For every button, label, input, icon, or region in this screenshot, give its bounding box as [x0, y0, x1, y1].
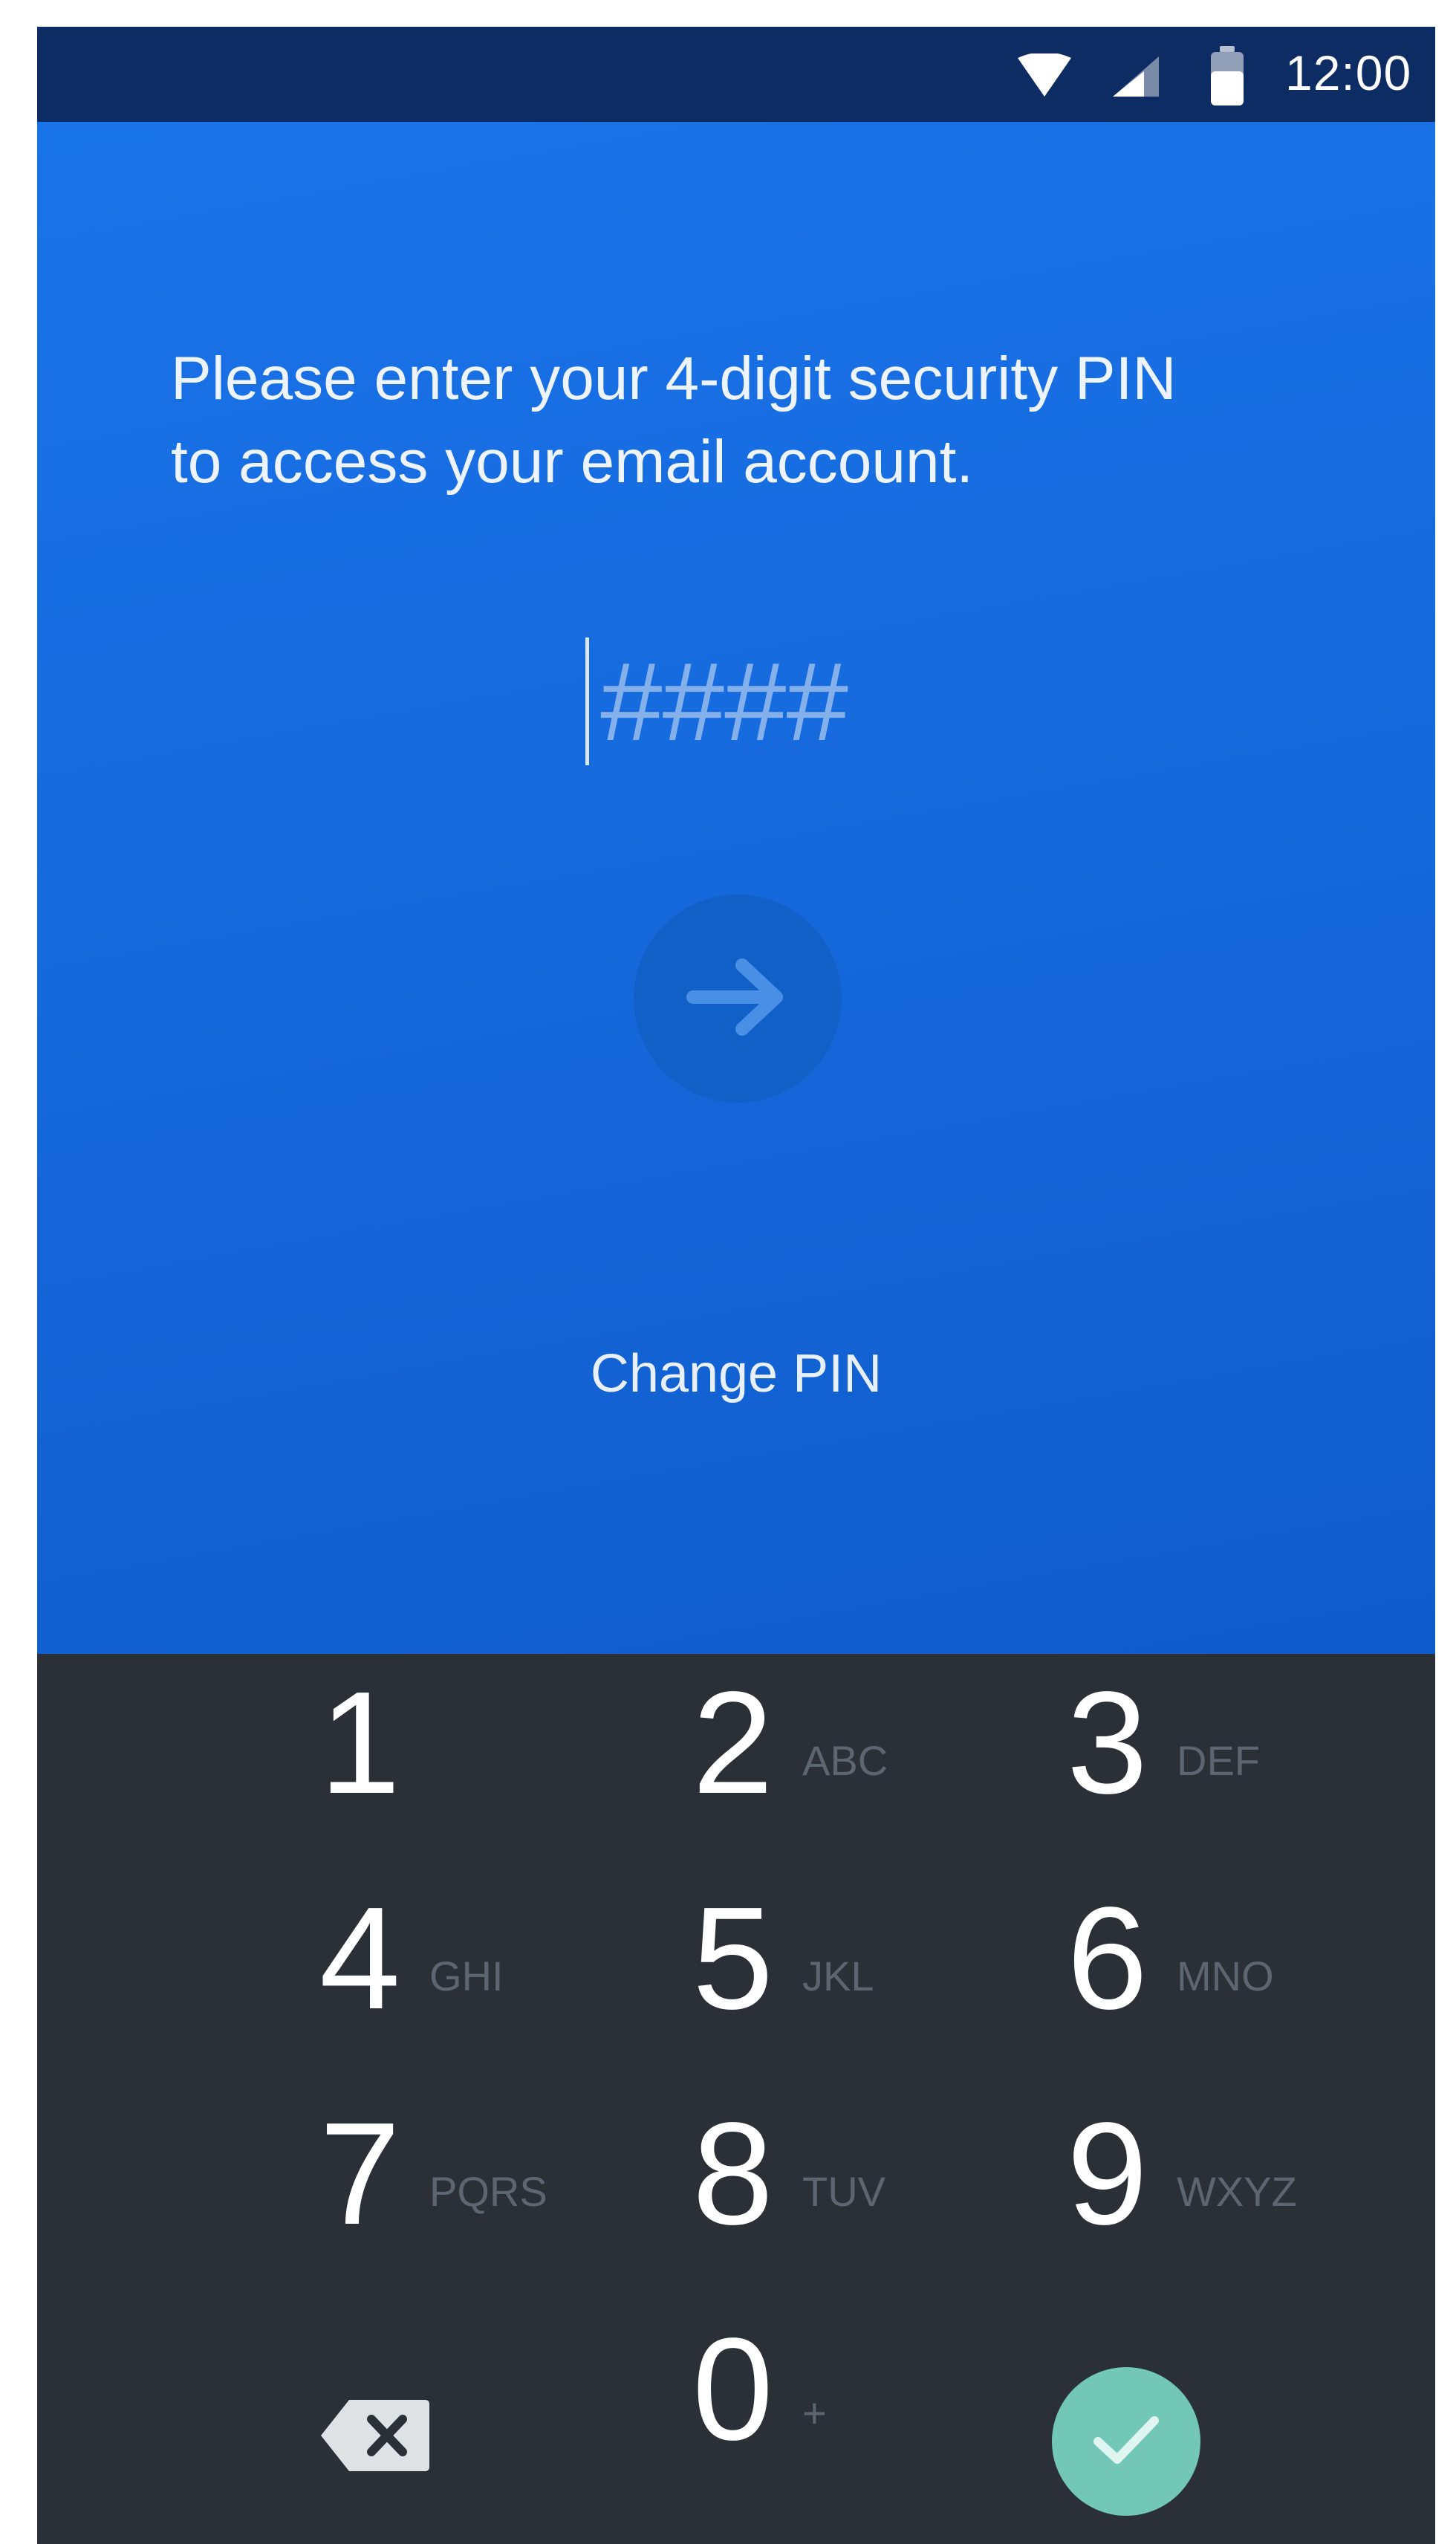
key-digit: 6: [1067, 1877, 1148, 2040]
key-5[interactable]: 5 JKL: [692, 1869, 989, 2048]
key-letters: MNO: [1177, 1953, 1274, 1999]
wifi-icon: [1016, 52, 1073, 103]
pin-prompt-line-1: Please enter your 4-digit security PIN: [171, 345, 1177, 412]
numeric-keypad: 1 2 ABC 3 DEF 4 GHI 5 JKL 6 MNO 7 PQRS 8…: [37, 1654, 1435, 2544]
phone-screen: 12:00 Please enter your 4-digit security…: [37, 27, 1435, 2544]
key-plus-label: +: [802, 2389, 827, 2436]
key-6[interactable]: 6 MNO: [1067, 1869, 1364, 2048]
key-letters: WXYZ: [1177, 2168, 1297, 2215]
backspace-button[interactable]: [319, 2397, 453, 2501]
key-letters: TUV: [802, 2168, 885, 2215]
key-3[interactable]: 3 DEF: [1067, 1654, 1364, 1832]
change-pin-link[interactable]: Change PIN: [37, 1340, 1435, 1407]
key-1[interactable]: 1: [319, 1654, 617, 1832]
key-7[interactable]: 7 PQRS: [319, 2085, 617, 2263]
pin-entry-panel: Please enter your 4-digit security PIN t…: [37, 122, 1435, 1654]
key-letters: JKL: [802, 1953, 874, 1999]
key-2[interactable]: 2 ABC: [692, 1654, 989, 1832]
key-4[interactable]: 4 GHI: [319, 1869, 617, 2048]
key-digit: 9: [1067, 2092, 1148, 2255]
key-digit: 1: [319, 1661, 401, 1824]
key-letters: ABC: [802, 1737, 888, 1784]
pin-prompt-line-2: to access your email account.: [171, 428, 974, 496]
arrow-right-icon: [686, 956, 790, 1042]
key-letters: GHI: [429, 1953, 504, 1999]
status-bar: 12:00: [37, 27, 1435, 122]
key-8[interactable]: 8 TUV: [692, 2085, 989, 2263]
pin-input[interactable]: [588, 635, 940, 768]
key-digit: 5: [692, 1877, 774, 2040]
key-digit: 4: [319, 1877, 401, 2040]
key-digit: 7: [319, 2092, 401, 2255]
check-icon: [1089, 2410, 1163, 2473]
status-clock: 12:00: [1285, 45, 1412, 100]
key-digit: 8: [692, 2092, 774, 2255]
confirm-button[interactable]: [1052, 2367, 1200, 2516]
key-letters: DEF: [1177, 1737, 1260, 1784]
key-9[interactable]: 9 WXYZ: [1067, 2085, 1364, 2263]
backspace-icon: [319, 2400, 431, 2477]
key-0[interactable]: 0 +: [692, 2300, 989, 2479]
key-digit: 3: [1067, 1661, 1148, 1824]
cell-signal-icon: [1110, 53, 1162, 103]
pin-prompt: Please enter your 4-digit security PIN t…: [171, 337, 1300, 504]
key-letters: PQRS: [429, 2168, 547, 2215]
key-digit: 0: [692, 2308, 774, 2470]
key-digit: 2: [692, 1661, 774, 1824]
submit-pin-button[interactable]: [634, 895, 842, 1103]
battery-icon: [1208, 45, 1247, 111]
